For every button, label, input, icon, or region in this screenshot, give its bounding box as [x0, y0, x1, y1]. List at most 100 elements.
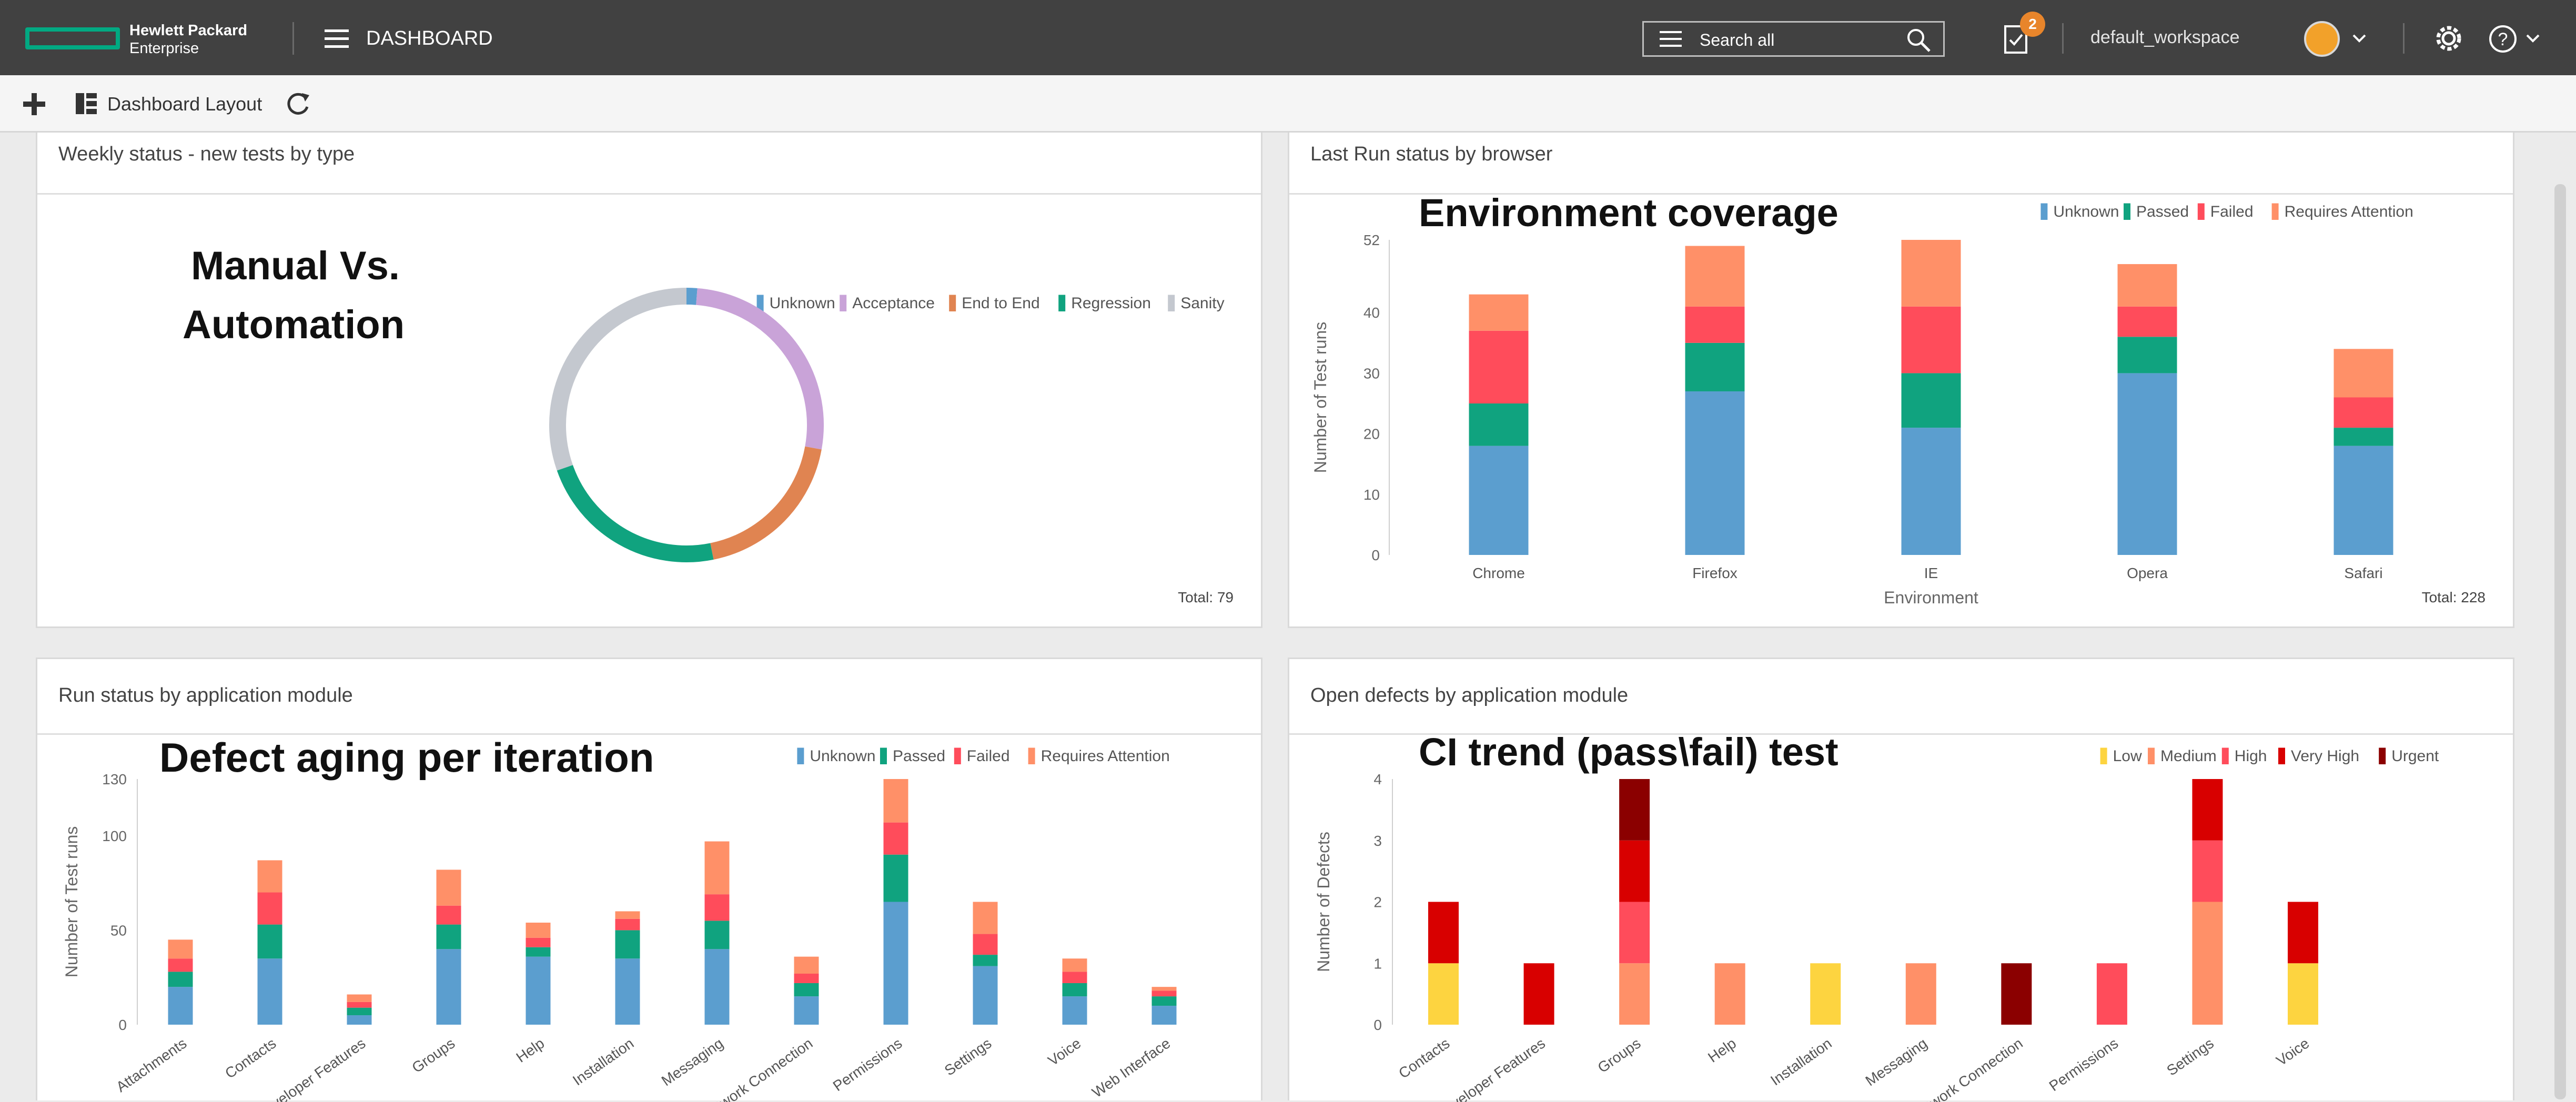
x-tick-label: Safari [2344, 565, 2382, 581]
y-tick-label: 3 [1373, 833, 1382, 849]
bar-segment [2117, 306, 2177, 337]
legend-label: Failed [2210, 203, 2254, 220]
bar-segment [436, 905, 461, 925]
widget-title: Last Run status by browser [1310, 143, 1553, 165]
bar-segment [436, 924, 461, 949]
legend-swatch [1058, 295, 1066, 311]
bar-segment [526, 956, 551, 1025]
legend-label: Passed [2136, 203, 2189, 220]
legend-label: Regression [1071, 295, 1151, 312]
y-tick-label: 1 [1373, 955, 1382, 972]
bar-segment [2192, 840, 2223, 902]
stacked-bar-chart: Unknown Passed Failed Requires Attention 0 10… [1311, 203, 2413, 607]
bar-segment [1685, 246, 1745, 307]
legend-label: High [2235, 747, 2267, 765]
legend-swatch [2197, 203, 2205, 220]
search-menu-icon [1660, 31, 1682, 47]
workspace-selector[interactable]: default_workspace [2090, 27, 2240, 48]
x-tick-label: Permissions [830, 1035, 905, 1095]
search-icon[interactable] [1904, 27, 1933, 53]
x-tick-label: Voice [2274, 1035, 2312, 1069]
legend-swatch [954, 747, 961, 764]
search-input[interactable]: Search all [1642, 21, 1945, 57]
widget-title: Open defects by application module [1310, 684, 1629, 706]
x-tick-label: Firefox [1692, 565, 1737, 581]
widget-weekly-status: Weekly status - new tests by type Manual… [36, 133, 1262, 628]
bar-segment [526, 947, 551, 957]
widget-header: Weekly status - new tests by type [37, 133, 1261, 195]
bar-segment [1151, 987, 1177, 991]
bar-segment [1428, 902, 1459, 964]
legend-swatch [949, 295, 956, 311]
bar-segment [615, 911, 640, 919]
bar-segment [883, 902, 908, 1025]
bar-segment [1619, 963, 1650, 1025]
bar-segment [2192, 902, 2223, 1025]
gear-icon[interactable] [2431, 21, 2466, 56]
donut-slice [557, 464, 714, 562]
bar-segment [2001, 963, 2032, 1025]
widget-title: Weekly status - new tests by type [58, 143, 355, 165]
bar-segment [794, 956, 819, 974]
y-tick-label: 130 [102, 771, 127, 787]
bar-segment [436, 870, 461, 906]
legend-label: Medium [2160, 747, 2217, 765]
legend-swatch [2040, 203, 2048, 220]
legend-label: Acceptance [852, 295, 935, 312]
y-tick-label: 0 [1371, 547, 1380, 563]
legend-swatch [2124, 203, 2130, 220]
bar-segment [436, 949, 461, 1025]
notification-badge[interactable]: 2 [2020, 12, 2045, 37]
y-axis-label: Number of Defects [1314, 832, 1333, 972]
refresh-icon[interactable] [284, 90, 312, 118]
x-tick-label: Messaging [1863, 1035, 1931, 1089]
bar-segment [1901, 306, 1961, 373]
widget-header: Last Run status by browser [1289, 133, 2513, 195]
bar-segment [883, 854, 908, 902]
x-tick-label: Permissions [2046, 1035, 2122, 1095]
x-tick-label: Installation [570, 1035, 637, 1089]
dashboard-layout-button[interactable]: Dashboard Layout [107, 93, 262, 115]
chevron-down-icon[interactable] [2525, 33, 2541, 44]
legend-label: Unknown [770, 295, 835, 312]
bar-segment [257, 958, 282, 1025]
bar-segment [2117, 337, 2177, 373]
y-tick-label: 20 [1363, 426, 1380, 442]
legend-swatch [2148, 747, 2155, 764]
page-scrollbar[interactable] [2554, 184, 2566, 1099]
avatar[interactable] [2304, 21, 2340, 57]
help-icon[interactable]: ? [2487, 22, 2521, 56]
bar-segment [973, 966, 998, 1025]
x-tick-label: Web Interface [1089, 1035, 1173, 1101]
x-tick-label: IE [1924, 565, 1938, 581]
legend-swatch [2271, 203, 2279, 220]
bar-segment [1469, 330, 1529, 404]
bar-segment [704, 921, 730, 949]
menu-icon[interactable] [325, 29, 349, 48]
bar-segment [257, 924, 282, 959]
bar-segment [2333, 349, 2393, 398]
bar-segment [257, 860, 282, 893]
y-tick-label: 2 [1373, 894, 1382, 911]
bar-segment [1901, 373, 1961, 428]
legend-swatch [1168, 295, 1175, 311]
x-tick-label: Opera [2127, 565, 2168, 581]
bar-segment [973, 955, 998, 966]
bar-segment [347, 1007, 372, 1016]
hpe-logo-icon[interactable] [25, 27, 120, 49]
bar-segment [615, 918, 640, 931]
bar-segment [704, 841, 730, 895]
legend-label: Sanity [1180, 295, 1224, 312]
chevron-down-icon[interactable] [2351, 33, 2367, 44]
layout-icon[interactable] [74, 91, 99, 116]
bar-segment [883, 822, 908, 855]
x-tick-label: Attachments [113, 1035, 189, 1096]
legend-swatch [2221, 747, 2229, 764]
plus-icon[interactable] [21, 91, 47, 117]
bar-segment [794, 983, 819, 997]
legend-label: Requires Attention [2285, 203, 2413, 220]
bar-segment [1062, 972, 1087, 983]
y-tick-label: 0 [1373, 1017, 1382, 1033]
x-tick-label: Settings [2164, 1035, 2217, 1079]
y-tick-label: 52 [1363, 232, 1380, 248]
